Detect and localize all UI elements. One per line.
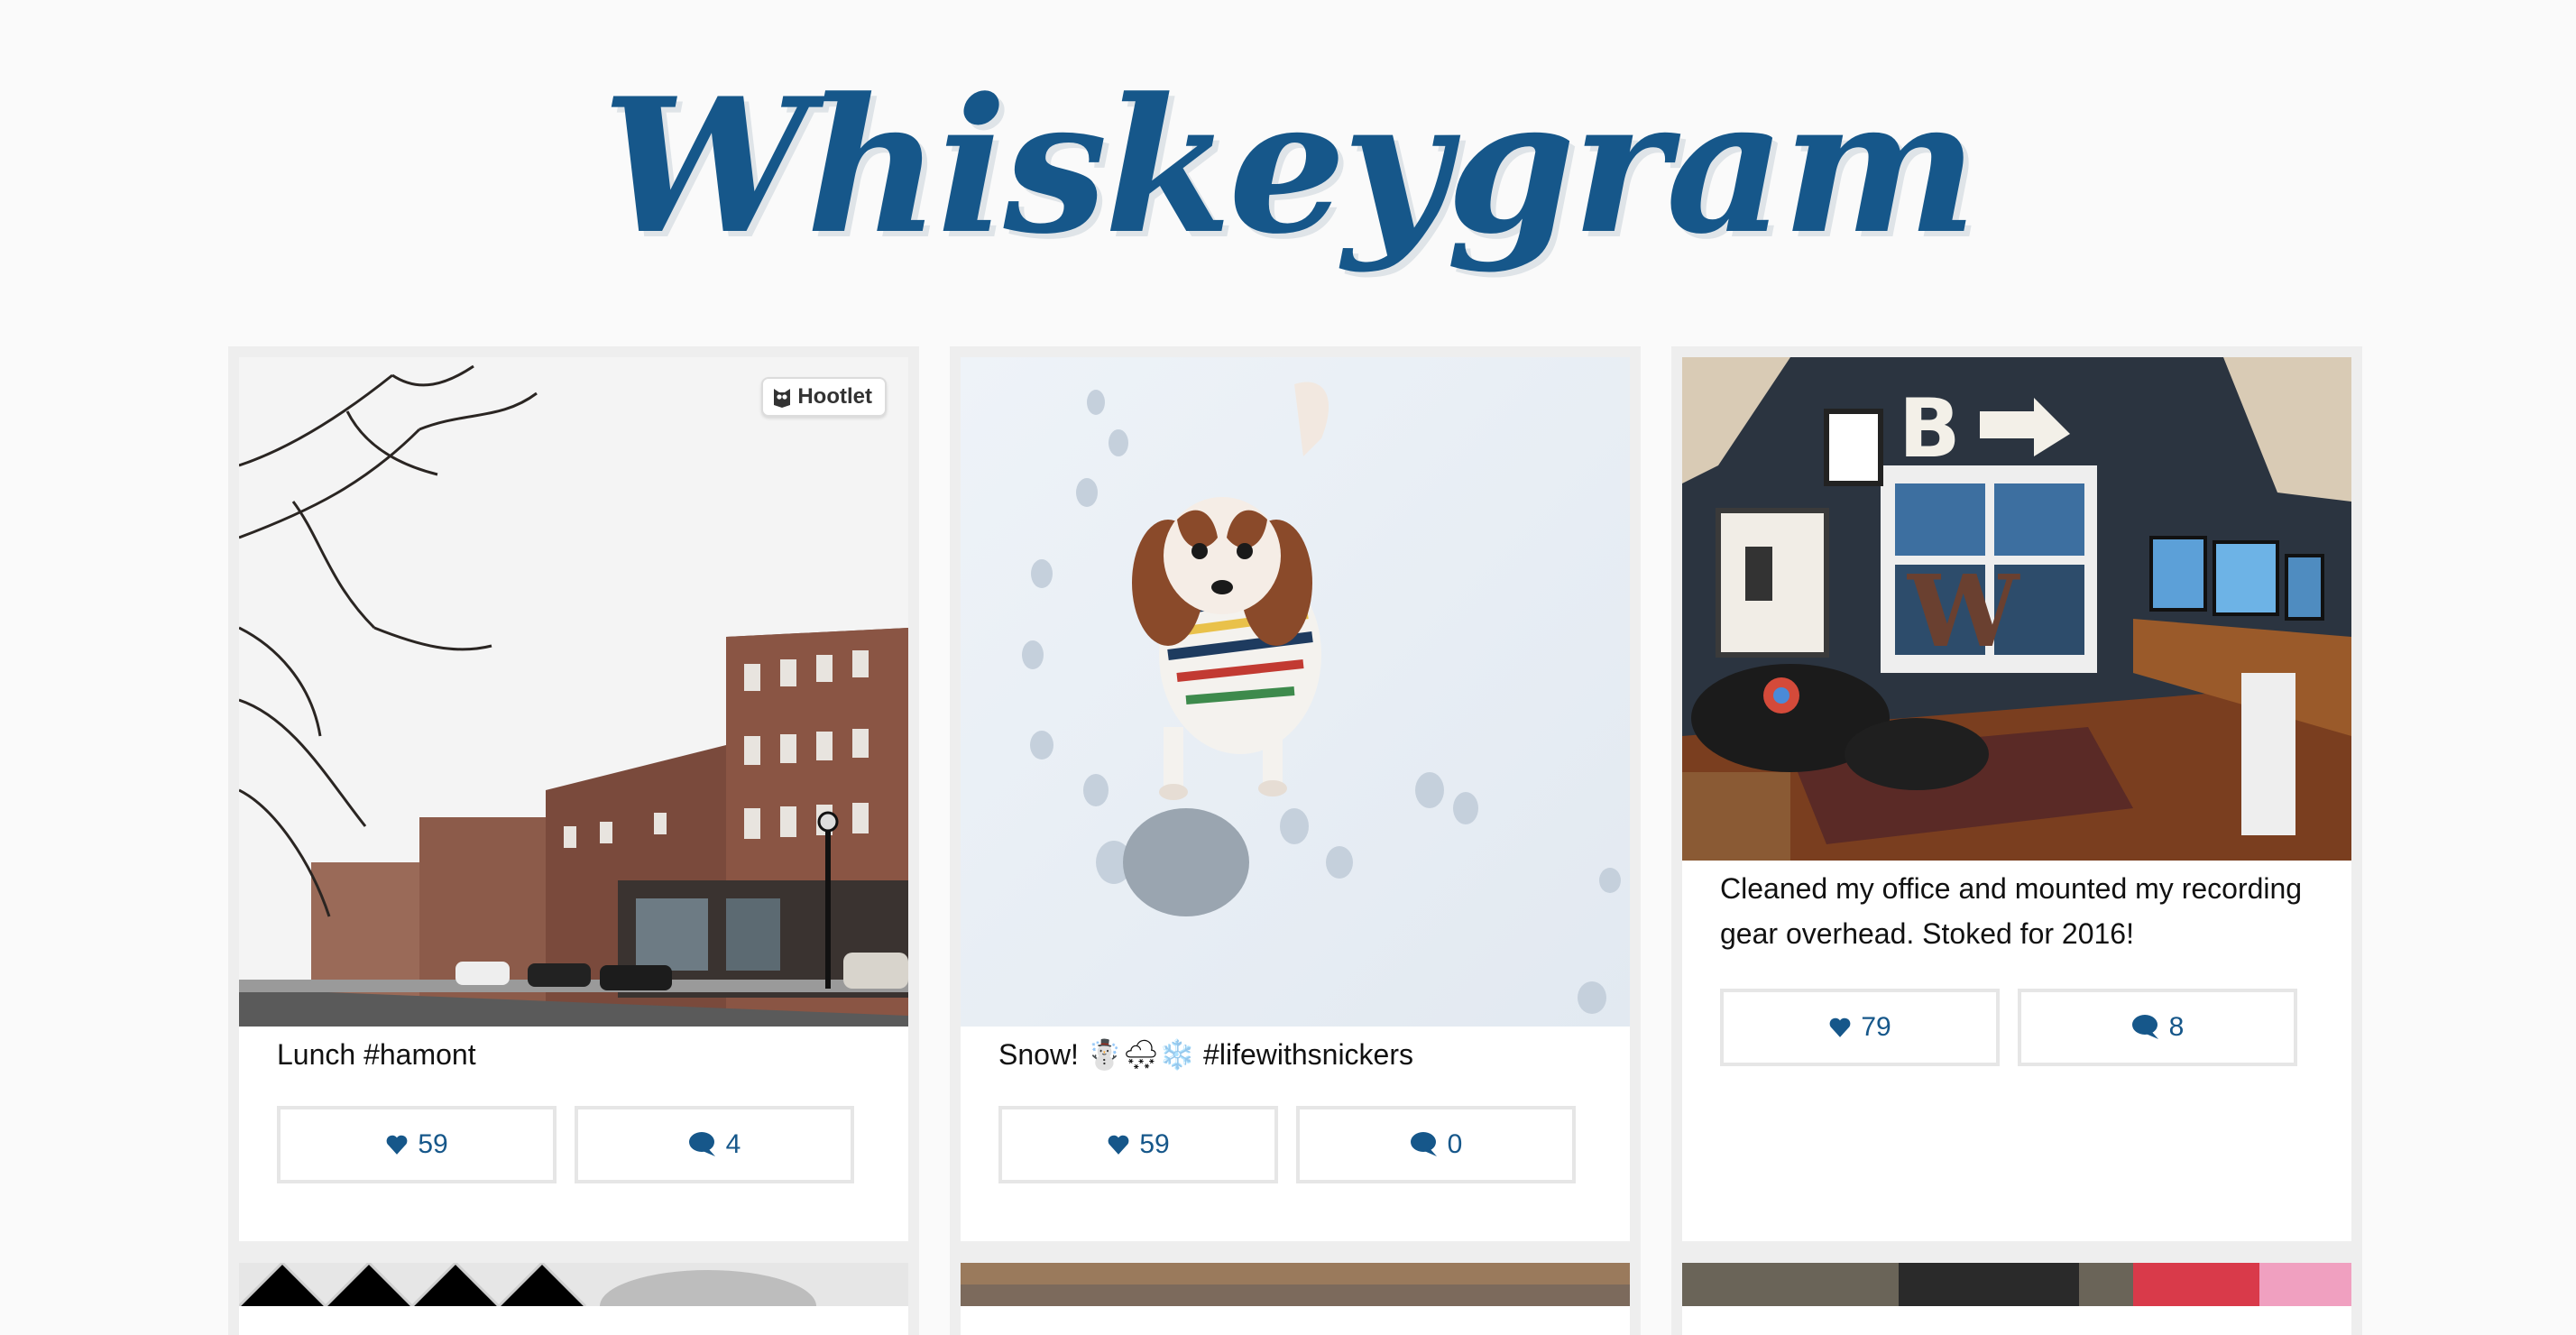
like-count: 59: [1139, 1129, 1170, 1159]
svg-text:W: W: [1907, 553, 2020, 669]
like-count: 79: [1861, 1012, 1891, 1042]
comment-button[interactable]: 0: [1296, 1106, 1576, 1183]
post-card: [1671, 1252, 2362, 1335]
like-button[interactable]: 59: [998, 1106, 1278, 1183]
like-button[interactable]: 59: [277, 1106, 557, 1183]
post-photo[interactable]: [961, 357, 1630, 1027]
post-caption: Cleaned my office and mounted my recordi…: [1720, 872, 2303, 950]
heart-icon: [386, 1135, 408, 1155]
speech-bubble-icon: [688, 1132, 715, 1156]
comment-button[interactable]: 8: [2018, 989, 2297, 1066]
owl-icon: [774, 389, 791, 408]
post-photo[interactable]: Hootlet: [239, 357, 908, 1027]
heart-icon: [1829, 1017, 1851, 1037]
speech-bubble-icon: [2131, 1015, 2158, 1039]
like-count: 59: [418, 1129, 448, 1159]
hootlet-label: Hootlet: [797, 384, 872, 409]
site-logo[interactable]: Whiskeygram: [0, 36, 2576, 298]
svg-text:B: B: [1899, 382, 1961, 476]
comment-count: 0: [1447, 1129, 1463, 1159]
post-card: Hootlet Lunch #hamont 59 4: [228, 346, 919, 1252]
street-photo-image: [239, 357, 908, 1027]
post-caption: Snow! ☃️🌨❄️ #lifewithsnickers: [998, 1038, 1413, 1071]
speech-bubble-icon: [1410, 1132, 1437, 1156]
heart-icon: [1108, 1135, 1129, 1155]
office-photo-image: B W: [1682, 357, 2351, 861]
post-photo[interactable]: [1682, 1263, 2351, 1306]
comment-button[interactable]: 4: [575, 1106, 854, 1183]
dog-photo-image: [961, 357, 1630, 1027]
post-caption: Lunch #hamont: [277, 1038, 476, 1071]
hootlet-badge[interactable]: Hootlet: [761, 377, 887, 417]
post-photo[interactable]: B W: [1682, 357, 2351, 861]
post-card: [228, 1252, 919, 1335]
comment-count: 8: [2168, 1012, 2185, 1042]
like-button[interactable]: 79: [1720, 989, 2000, 1066]
post-card: Snow! ☃️🌨❄️ #lifewithsnickers 59 0: [950, 346, 1641, 1252]
comment-count: 4: [725, 1129, 741, 1159]
post-card: B W Cleaned my office and mounted my rec…: [1671, 346, 2362, 1252]
post-photo[interactable]: [237, 1260, 908, 1335]
post-photo[interactable]: [961, 1263, 1630, 1306]
post-card: [950, 1252, 1641, 1335]
